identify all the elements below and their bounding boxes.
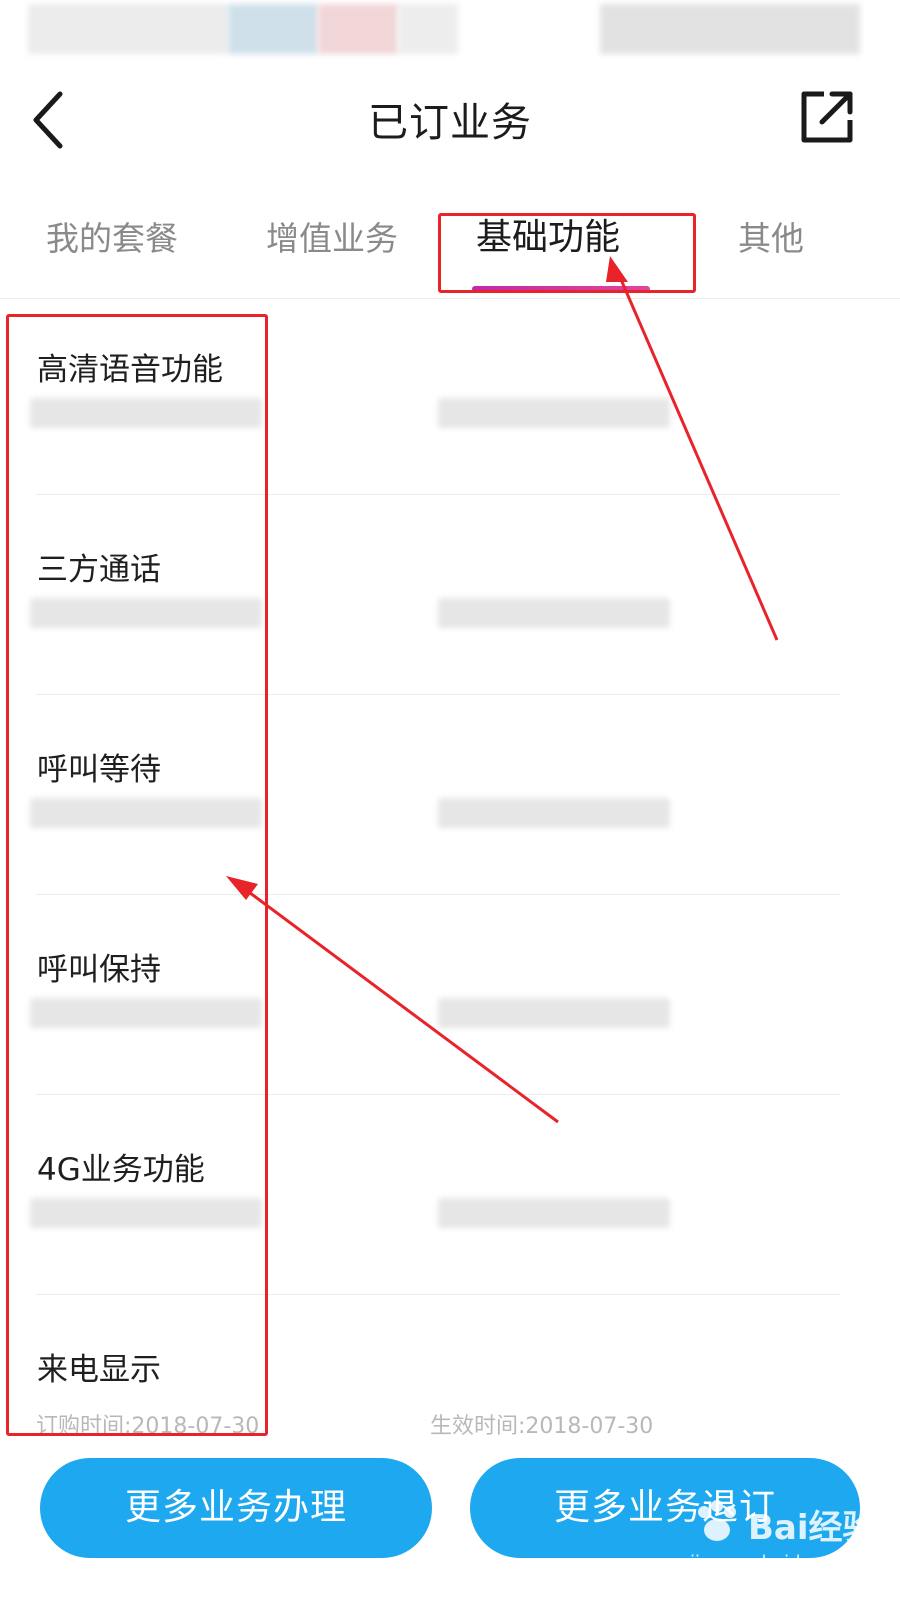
blurred-effective-time xyxy=(438,598,670,628)
blurred-effective-time xyxy=(438,998,670,1028)
blurred-effective-time xyxy=(438,398,670,428)
blurred-effective-time xyxy=(438,1198,670,1228)
blurred-status-region xyxy=(398,4,458,54)
tab-value-added[interactable]: 增值业务 xyxy=(266,212,398,260)
blurred-status-region xyxy=(600,4,860,54)
unsubscribe-services-button[interactable]: 更多业务退订 xyxy=(470,1458,860,1558)
blurred-status-region xyxy=(28,4,228,54)
status-bar xyxy=(0,0,900,62)
more-services-button[interactable]: 更多业务办理 xyxy=(40,1458,432,1558)
tab-other[interactable]: 其他 xyxy=(738,212,804,260)
tab-my-plan[interactable]: 我的套餐 xyxy=(46,212,178,260)
header: 已订业务 xyxy=(0,62,900,182)
share-icon xyxy=(801,91,853,143)
share-button[interactable] xyxy=(796,86,858,148)
blurred-status-region xyxy=(318,4,398,54)
annotation-box-tab xyxy=(438,213,696,293)
footer: 更多业务办理 更多业务退订 xyxy=(0,1436,900,1600)
annotation-box-list xyxy=(6,314,268,1436)
page-title: 已订业务 xyxy=(368,100,532,146)
blurred-effective-time xyxy=(438,798,670,828)
blurred-status-region xyxy=(228,4,318,54)
